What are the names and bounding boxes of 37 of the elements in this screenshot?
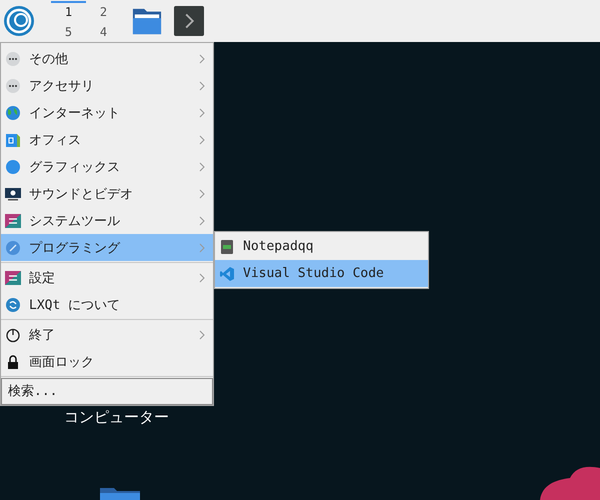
dots-icon	[5, 50, 21, 66]
workspace-button[interactable]: 4	[86, 21, 121, 41]
menu-item[interactable]: システムツール	[1, 207, 213, 234]
notebook-icon	[219, 238, 235, 254]
menu-item[interactable]: Visual Studio Code	[215, 260, 428, 287]
menu-item[interactable]: 画面ロック	[1, 348, 213, 375]
menu-item[interactable]: サウンドとビデオ	[1, 180, 213, 207]
menu-item[interactable]: 終了	[1, 321, 213, 348]
menu-item[interactable]: オフィス	[1, 126, 213, 153]
folder-icon[interactable]	[131, 6, 163, 36]
power-icon	[5, 326, 21, 342]
sliders-icon	[5, 270, 21, 286]
code-editor-icon	[219, 266, 235, 282]
menu-item[interactable]: Notepadqq	[215, 233, 428, 260]
menu-item[interactable]: プログラミング	[1, 234, 213, 261]
desktop-icon-label[interactable]: コンピューター	[64, 408, 169, 427]
menu-item[interactable]: アクセサリ	[1, 72, 213, 99]
swirl-icon	[5, 296, 21, 312]
terminal-icon[interactable]	[173, 6, 205, 36]
sliders-icon	[5, 212, 21, 228]
workspace-button[interactable]: 5	[51, 21, 86, 41]
workspace-button[interactable]: 2	[86, 1, 121, 21]
start-menu-icon[interactable]	[3, 5, 35, 37]
menu-item[interactable]: グラフィックス	[1, 153, 213, 180]
globe-icon	[5, 104, 21, 120]
menu-item[interactable]: インターネット	[1, 99, 213, 126]
menu-item[interactable]: 設定	[1, 264, 213, 291]
sphere-icon	[5, 158, 21, 174]
monitor-icon	[5, 186, 21, 202]
lock-icon	[5, 354, 21, 370]
menu-item[interactable]: その他	[1, 45, 213, 72]
workspace-button[interactable]: 1	[51, 1, 86, 21]
dots-icon	[5, 78, 21, 94]
document-icon	[5, 132, 21, 148]
menu-item[interactable]: LXQt について	[1, 291, 213, 318]
search-field[interactable]: 検索...	[1, 378, 213, 405]
folder-icon[interactable]	[100, 488, 140, 500]
